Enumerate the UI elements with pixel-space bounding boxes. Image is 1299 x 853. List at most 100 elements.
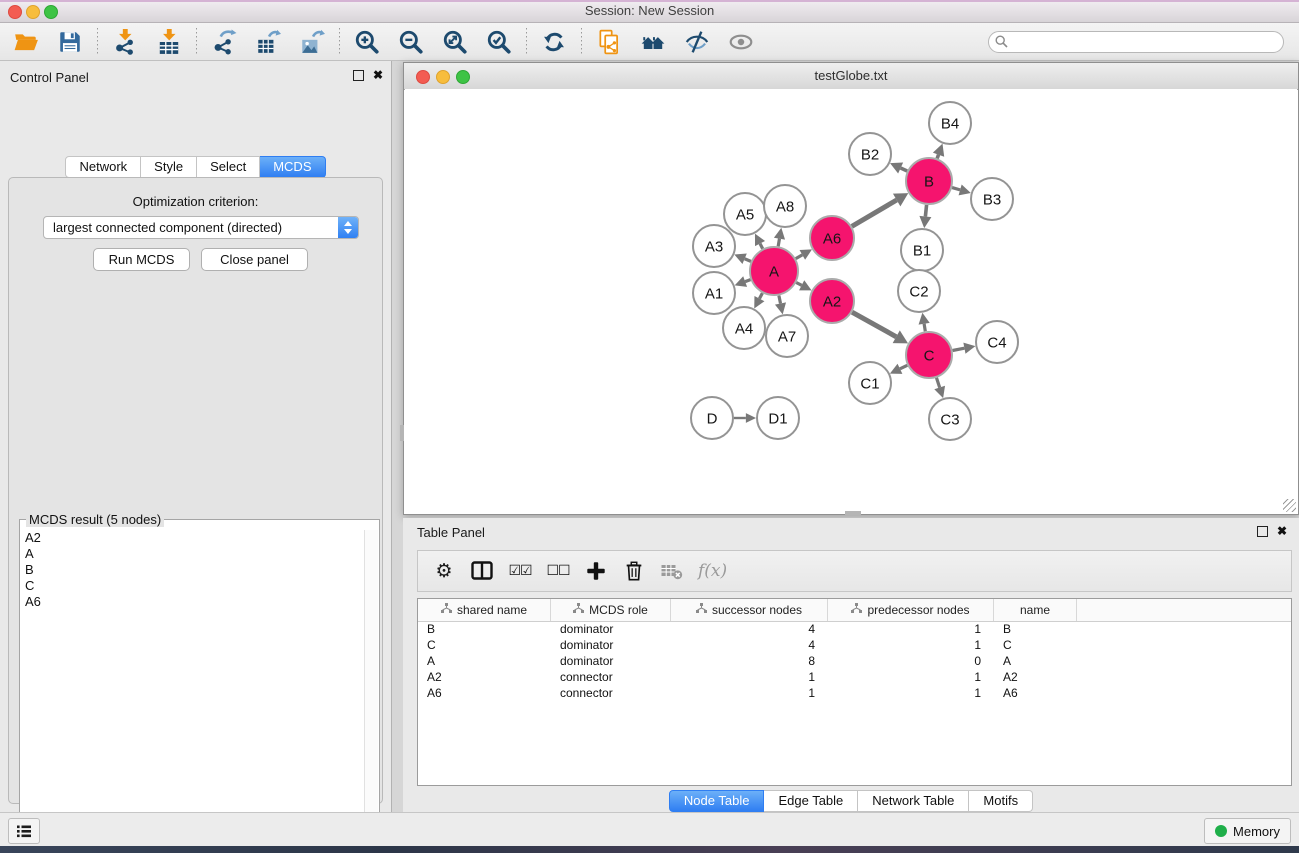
table-row[interactable]: Adominator80A bbox=[418, 653, 1291, 669]
tab-style[interactable]: Style bbox=[141, 156, 197, 178]
graph-edge-C-C4[interactable] bbox=[953, 348, 965, 350]
graph-node-A4[interactable]: A4 bbox=[723, 307, 765, 349]
close-table-panel-icon[interactable]: ✖ bbox=[1277, 525, 1287, 537]
toolbar-export-network-button[interactable] bbox=[204, 26, 244, 58]
graph-node-B2[interactable]: B2 bbox=[849, 133, 891, 175]
graph-node-A3[interactable]: A3 bbox=[693, 225, 735, 267]
delete-table-button[interactable] bbox=[660, 558, 684, 584]
tab-network-table[interactable]: Network Table bbox=[858, 790, 969, 812]
graph-node-B4[interactable]: B4 bbox=[929, 102, 971, 144]
column-header-MCDS-role[interactable]: MCDS role bbox=[551, 599, 671, 621]
window-resize-grip[interactable] bbox=[1283, 499, 1296, 512]
run-mcds-button[interactable]: Run MCDS bbox=[93, 248, 190, 271]
mcds-result-item[interactable]: A bbox=[22, 546, 363, 562]
toolbar-eye-button[interactable] bbox=[721, 26, 761, 58]
graph-edge-B-B1[interactable] bbox=[925, 205, 926, 217]
graph-node-A1[interactable]: A1 bbox=[693, 272, 735, 314]
graph-edge-A-A4[interactable] bbox=[759, 293, 762, 299]
mcds-result-item[interactable]: A6 bbox=[22, 594, 363, 610]
table-row[interactable]: Bdominator41B bbox=[418, 621, 1291, 637]
table-row[interactable]: A2connector11A2 bbox=[418, 669, 1291, 685]
graph-edge-A-A8[interactable] bbox=[778, 239, 779, 247]
column-header-name[interactable]: name bbox=[994, 599, 1077, 621]
deselect-all-button[interactable]: ☐☐ bbox=[546, 558, 570, 584]
graph-edge-B-B3[interactable] bbox=[952, 188, 960, 190]
graph-node-A6[interactable]: A6 bbox=[810, 216, 854, 260]
graph-node-D1[interactable]: D1 bbox=[757, 397, 799, 439]
graph-edge-A-A3[interactable] bbox=[745, 259, 751, 262]
tab-node-table[interactable]: Node Table bbox=[669, 790, 765, 812]
mcds-result-item[interactable]: A2 bbox=[22, 530, 363, 546]
toolbar-zoom-selected-button[interactable] bbox=[479, 26, 519, 58]
horizontal-splitter-grip[interactable] bbox=[845, 511, 861, 515]
graph-node-D[interactable]: D bbox=[691, 397, 733, 439]
function-builder-button[interactable]: f(x) bbox=[698, 558, 727, 584]
graph-edge-B-B2[interactable] bbox=[901, 168, 908, 171]
toolbar-home-button[interactable] bbox=[633, 26, 673, 58]
toolbar-zoom-in-button[interactable] bbox=[347, 26, 387, 58]
graph-node-A2[interactable]: A2 bbox=[810, 279, 854, 323]
task-history-button[interactable] bbox=[8, 818, 40, 844]
result-scrollbar[interactable] bbox=[364, 530, 378, 853]
search-input[interactable] bbox=[988, 31, 1284, 53]
table-row[interactable]: Cdominator41C bbox=[418, 637, 1291, 653]
toolbar-import-table-button[interactable] bbox=[149, 26, 189, 58]
network-graph-canvas[interactable]: AA1A2A3A4A5A6A7A8BB1B2B3B4CC1C2C3C4DD1 bbox=[405, 89, 1297, 514]
close-panel-icon[interactable]: ✖ bbox=[373, 69, 383, 81]
table-row[interactable]: A6connector11A6 bbox=[418, 685, 1291, 701]
graph-node-A5[interactable]: A5 bbox=[724, 193, 766, 235]
select-all-button[interactable]: ☑☑ bbox=[508, 558, 532, 584]
add-column-button[interactable] bbox=[584, 558, 608, 584]
toolbar-open-file-button[interactable] bbox=[6, 26, 46, 58]
graph-edge-B-B4[interactable] bbox=[937, 155, 938, 159]
graph-node-B1[interactable]: B1 bbox=[901, 229, 943, 271]
graph-edge-A-A2[interactable] bbox=[796, 282, 801, 285]
graph-node-A7[interactable]: A7 bbox=[766, 315, 808, 357]
column-header-predecessor-nodes[interactable]: predecessor nodes bbox=[828, 599, 994, 621]
mcds-result-item[interactable]: C bbox=[22, 578, 363, 594]
graph-edge-A-A1[interactable] bbox=[745, 280, 750, 282]
graph-edge-C-C2[interactable] bbox=[924, 324, 925, 332]
settings-gear-button[interactable]: ⚙ bbox=[432, 558, 456, 584]
memory-button[interactable]: Memory bbox=[1204, 818, 1291, 844]
tab-mcds[interactable]: MCDS bbox=[260, 156, 325, 178]
column-header-shared-name[interactable]: shared name bbox=[418, 599, 551, 621]
toolbar-zoom-fit-button[interactable] bbox=[435, 26, 475, 58]
graph-node-B3[interactable]: B3 bbox=[971, 178, 1013, 220]
graph-node-C2[interactable]: C2 bbox=[898, 270, 940, 312]
graph-edge-A2-C[interactable] bbox=[852, 312, 896, 337]
graph-node-B[interactable]: B bbox=[906, 158, 952, 204]
toolbar-export-image-button[interactable] bbox=[292, 26, 332, 58]
tab-select[interactable]: Select bbox=[197, 156, 260, 178]
split-view-button[interactable] bbox=[470, 558, 494, 584]
graph-node-A8[interactable]: A8 bbox=[764, 185, 806, 227]
graph-edge-A-A7[interactable] bbox=[779, 296, 781, 304]
float-table-panel-icon[interactable] bbox=[1257, 526, 1268, 537]
close-panel-button[interactable]: Close panel bbox=[201, 248, 308, 271]
graph-node-C1[interactable]: C1 bbox=[849, 362, 891, 404]
graph-edge-A6-B[interactable] bbox=[852, 200, 897, 226]
delete-column-button[interactable] bbox=[622, 558, 646, 584]
criterion-dropdown[interactable]: largest connected component (directed) bbox=[43, 216, 359, 239]
toolbar-zoom-out-button[interactable] bbox=[391, 26, 431, 58]
graph-node-C3[interactable]: C3 bbox=[929, 398, 971, 440]
column-header-successor-nodes[interactable]: successor nodes bbox=[671, 599, 828, 621]
tab-edge-table[interactable]: Edge Table bbox=[764, 790, 858, 812]
float-panel-icon[interactable] bbox=[353, 70, 364, 81]
graph-edge-C-C1[interactable] bbox=[900, 365, 907, 368]
graph-node-C4[interactable]: C4 bbox=[976, 321, 1018, 363]
toolbar-document-share-button[interactable] bbox=[589, 26, 629, 58]
graph-edge-A-A6[interactable] bbox=[796, 255, 803, 259]
graph-edge-A-A5[interactable] bbox=[760, 244, 763, 249]
tab-network[interactable]: Network bbox=[65, 156, 141, 178]
mcds-result-list[interactable]: A2ABCA6 bbox=[22, 530, 363, 853]
toolbar-import-network-button[interactable] bbox=[105, 26, 145, 58]
tab-motifs[interactable]: Motifs bbox=[969, 790, 1033, 812]
graph-node-C[interactable]: C bbox=[906, 332, 952, 378]
toolbar-refresh-network-button[interactable] bbox=[534, 26, 574, 58]
vertical-splitter-grip[interactable] bbox=[400, 425, 404, 441]
toolbar-eye-slash-button[interactable] bbox=[677, 26, 717, 58]
toolbar-export-table-button[interactable] bbox=[248, 26, 288, 58]
graph-edge-C-C3[interactable] bbox=[936, 378, 939, 388]
mcds-result-item[interactable]: B bbox=[22, 562, 363, 578]
